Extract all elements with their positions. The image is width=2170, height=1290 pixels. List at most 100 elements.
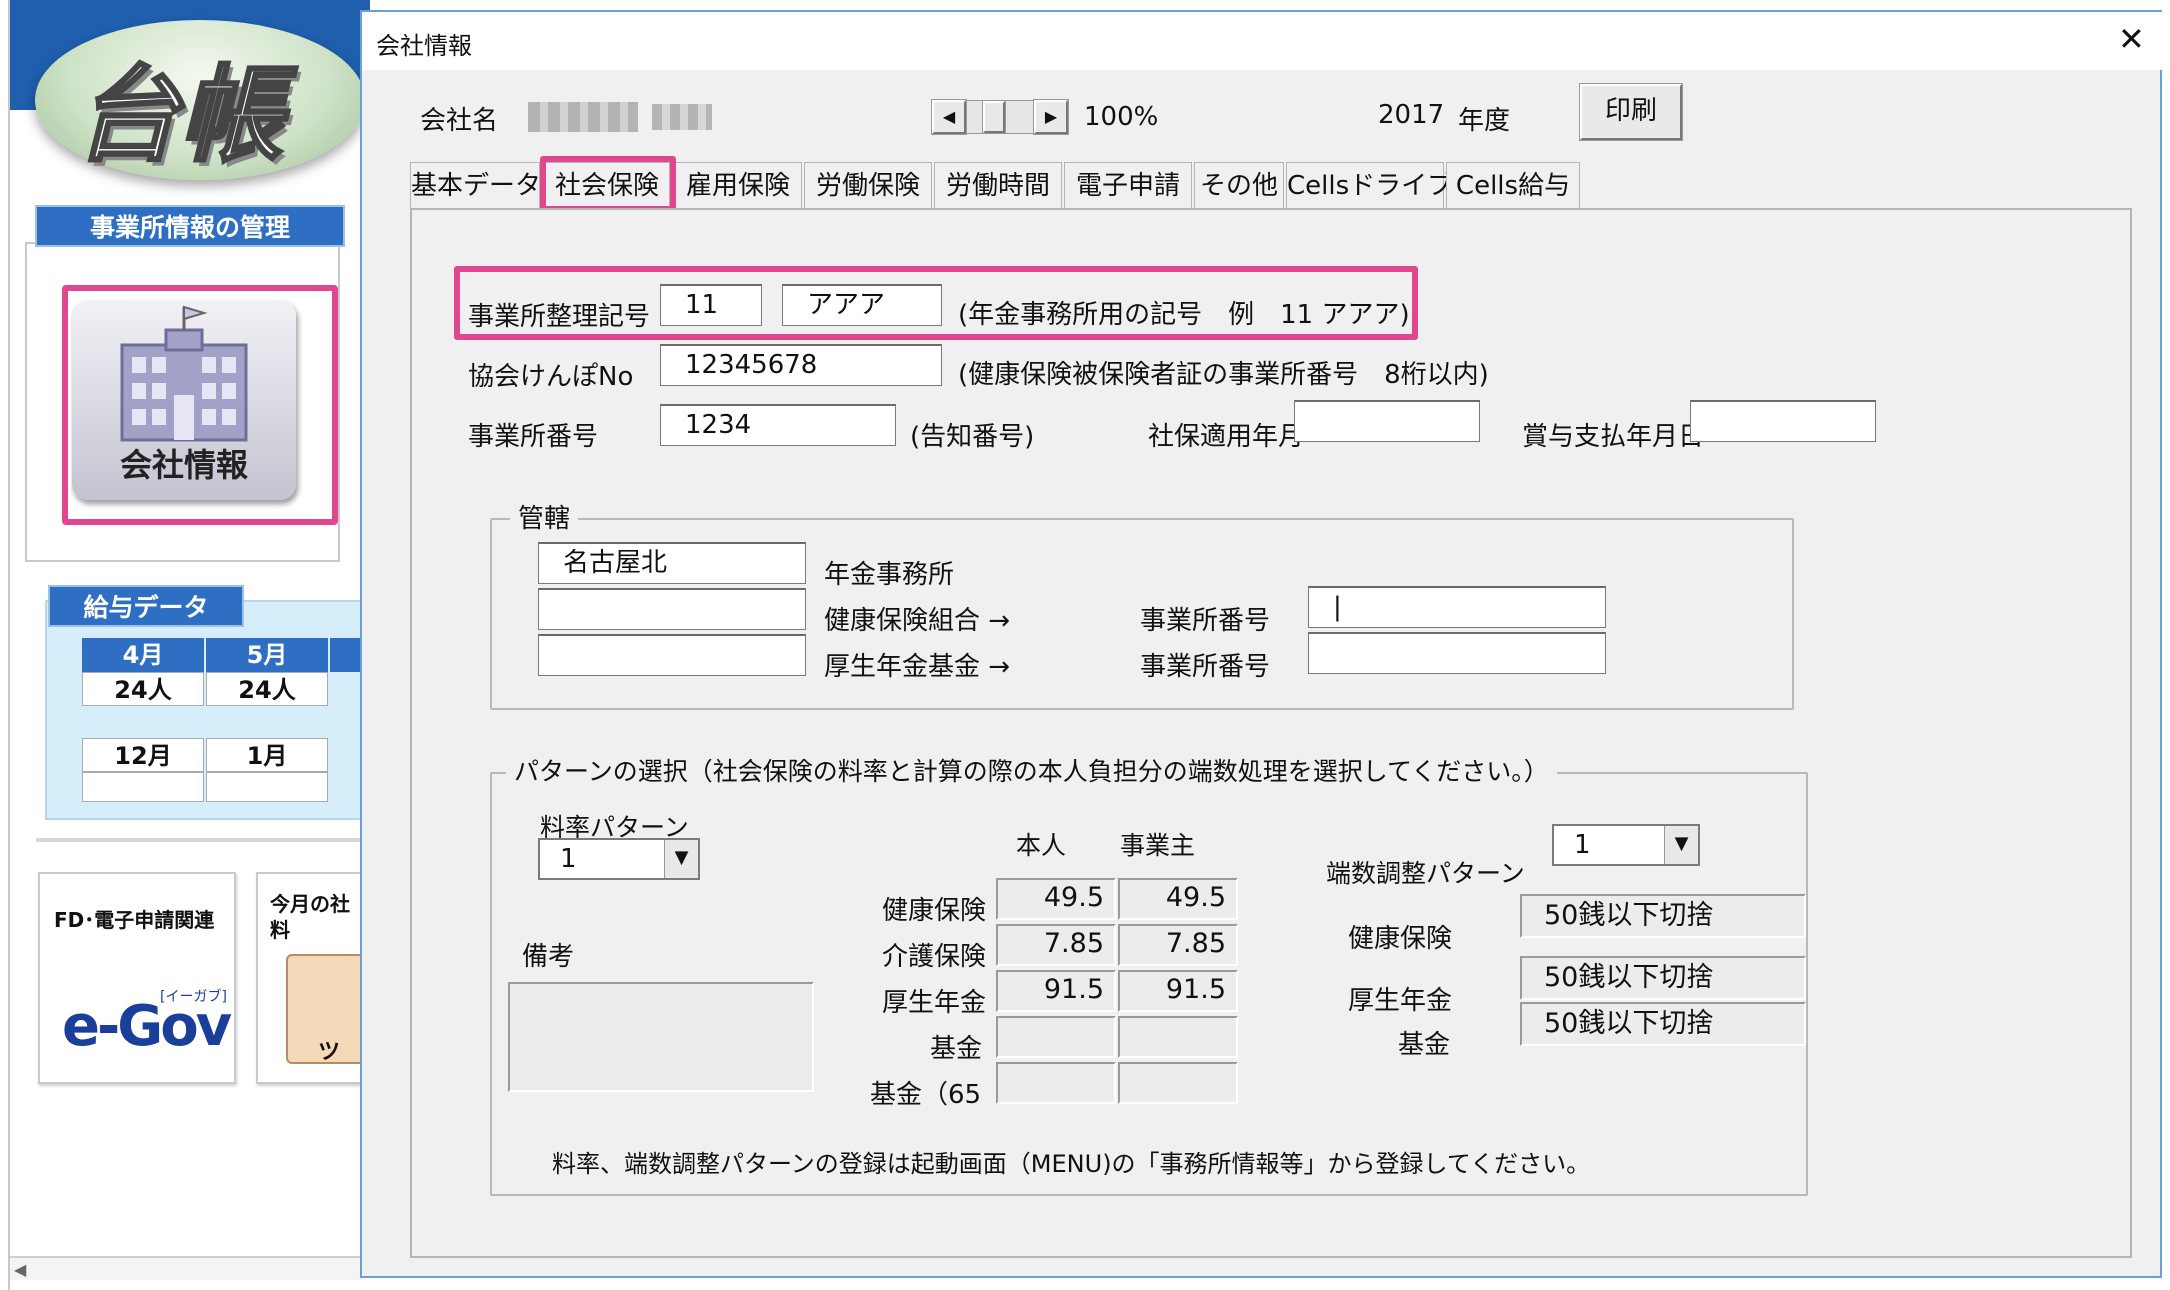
- zoom-right-arrow[interactable]: ▶: [1033, 99, 1069, 135]
- health-union-field[interactable]: [538, 588, 806, 630]
- rounding-pattern-label: 端数調整パターン: [1326, 859, 1525, 888]
- rate-employer-field: 49.5: [1118, 878, 1238, 920]
- close-icon[interactable]: ✕: [2118, 20, 2145, 58]
- month-cell[interactable]: 12月: [82, 738, 204, 772]
- month-cell: [330, 638, 360, 672]
- count-cell: [206, 772, 328, 802]
- fund-office-number-field[interactable]: [1308, 632, 1606, 674]
- rate-pattern-select[interactable]: 1 ▼: [538, 838, 700, 880]
- month-cell[interactable]: 5月: [206, 638, 328, 672]
- pension-fund-field[interactable]: [538, 634, 806, 676]
- company-name-blurred: [652, 104, 712, 130]
- office-number-note: (告知番号): [910, 422, 1035, 452]
- office-number-field[interactable]: 1234: [660, 404, 896, 446]
- rate-employer-field: 91.5: [1118, 970, 1238, 1012]
- col-person-header: 本人: [1016, 831, 1067, 860]
- rate-pattern-value: 1: [560, 844, 577, 874]
- rate-row-label: 健康保険: [882, 896, 987, 926]
- jurisdiction-legend: 管轄: [510, 498, 579, 535]
- tab-e-application[interactable]: 電子申請: [1064, 162, 1192, 210]
- highlight-frame: [62, 285, 338, 525]
- tab-employment-insurance[interactable]: 雇用保険: [674, 162, 802, 210]
- year-value: 2017: [1378, 100, 1445, 130]
- tab-other[interactable]: その他: [1194, 162, 1284, 210]
- shaho-date-field[interactable]: [1294, 400, 1480, 442]
- rate-person-field: 91.5: [996, 970, 1116, 1012]
- pension-office-label: 年金事務所: [824, 560, 955, 590]
- count-cell: 24人: [206, 672, 328, 706]
- tab-working-hours[interactable]: 労働時間: [934, 162, 1062, 210]
- tab-basic-data[interactable]: 基本データ: [410, 162, 541, 210]
- remarks-field[interactable]: [508, 982, 814, 1092]
- rate-employer-field: [1118, 1062, 1238, 1104]
- rounding-row-label: 基金: [1398, 1030, 1451, 1060]
- pattern-legend: パターンの選択（社会保険の料率と計算の際の本人負担分の端数処理を選択してください…: [506, 752, 1557, 788]
- fund-office-number-label: 事業所番号: [1140, 652, 1271, 682]
- zoom-level: 100%: [1084, 102, 1159, 132]
- rate-row-label: 基金（65: [870, 1080, 982, 1110]
- horizontal-scrollbar[interactable]: ◀: [10, 1256, 362, 1280]
- tab-highlight-frame: [540, 156, 676, 212]
- company-info-dialog: 会社情報 ✕ 会社名 ◀ ▶ 100% 2017 年度 印刷 基本データ 社会保…: [360, 10, 2162, 1278]
- divider: [36, 838, 366, 842]
- rate-person-field: 49.5: [996, 878, 1116, 920]
- scroll-left-icon[interactable]: ◀: [14, 1260, 26, 1279]
- union-office-number-label: 事業所番号: [1140, 606, 1271, 636]
- rate-row-label: 厚生年金: [882, 988, 987, 1018]
- health-union-label: 健康保険組合 →: [824, 606, 1011, 636]
- egov-card[interactable]: FD･電子申請関連 [イーガブ] e-Gov: [38, 872, 236, 1084]
- pension-office-field[interactable]: 名古屋北: [538, 542, 806, 584]
- year-suffix: 年度: [1458, 106, 1511, 136]
- count-cell: [82, 772, 204, 802]
- monthly-card-title2: 料: [270, 918, 290, 942]
- dialog-titlebar: 会社情報 ✕: [362, 12, 2162, 70]
- rate-person-field: [996, 1062, 1116, 1104]
- rounding-pattern-select[interactable]: 1 ▼: [1552, 824, 1700, 866]
- rate-person-field: [996, 1016, 1116, 1058]
- print-button[interactable]: 印刷: [1579, 83, 1683, 141]
- month-cell[interactable]: 1月: [206, 738, 328, 772]
- monthly-card-fragment: ツ: [318, 1040, 341, 1065]
- kyokai-kenpo-field[interactable]: 12345678: [660, 344, 942, 386]
- field-highlight-frame: [454, 266, 1418, 340]
- pattern-footer-note: 料率、端数調整パターンの登録は起動画面（MENU)の「事務所情報等」から登録して…: [552, 1150, 1591, 1178]
- shaho-date-label: 社保適用年月: [1148, 422, 1305, 452]
- rounding-value-field: 50銭以下切捨: [1520, 1002, 1806, 1046]
- logo-text: 台帳: [73, 53, 284, 178]
- remarks-label: 備考: [522, 942, 575, 972]
- office-number-label: 事業所番号: [468, 422, 599, 452]
- col-employer-header: 事業主: [1120, 831, 1196, 860]
- rate-row-label: 基金: [930, 1034, 983, 1064]
- rate-row-label: 介護保険: [882, 942, 987, 972]
- rounding-row-label: 厚生年金: [1348, 986, 1453, 1016]
- month-cell[interactable]: 4月: [82, 638, 204, 672]
- rate-person-field: 7.85: [996, 924, 1116, 966]
- tab-cells-salary[interactable]: Cells給与: [1446, 162, 1580, 210]
- tab-cells-drive[interactable]: Cellsドライブ: [1286, 162, 1453, 210]
- rounding-value-field: 50銭以下切捨: [1520, 894, 1806, 938]
- tab-labor-insurance[interactable]: 労働保険: [804, 162, 932, 210]
- chevron-down-icon[interactable]: ▼: [1664, 826, 1698, 864]
- chevron-down-icon[interactable]: ▼: [664, 840, 698, 878]
- egov-logo: e-Gov: [62, 994, 232, 1059]
- bonus-date-field[interactable]: [1690, 400, 1876, 442]
- company-name-blurred: [528, 102, 638, 132]
- monthly-card-title: 今月の社: [270, 892, 350, 916]
- company-name-label: 会社名: [420, 106, 499, 136]
- rate-employer-field: [1118, 1016, 1238, 1058]
- rounding-pattern-value: 1: [1574, 830, 1591, 860]
- dialog-title: 会社情報: [376, 32, 472, 60]
- tab-panel-social-insurance: 事業所整理記号 11 アアア (年金事務所用の記号 例 11 アアア) 協会けん…: [410, 208, 2132, 1258]
- egov-card-title: FD･電子申請関連: [54, 908, 215, 932]
- zoom-slider-thumb[interactable]: [982, 100, 1006, 134]
- kyokai-kenpo-label: 協会けんぽNo: [468, 362, 634, 392]
- bonus-date-label: 賞与支払年月日: [1522, 422, 1705, 452]
- kyokai-kenpo-note: (健康保険被保険者証の事業所番号 8桁以内): [958, 360, 1489, 390]
- pension-fund-label: 厚生年金基金 →: [824, 652, 1011, 682]
- union-office-number-field[interactable]: |: [1308, 586, 1606, 628]
- zoom-left-arrow[interactable]: ◀: [931, 99, 967, 135]
- rounding-row-label: 健康保険: [1348, 924, 1453, 954]
- office-management-title: 事業所情報の管理: [35, 205, 345, 247]
- rounding-value-field: 50銭以下切捨: [1520, 956, 1806, 1000]
- monthly-card[interactable]: 今月の社 料 ツ: [256, 872, 368, 1084]
